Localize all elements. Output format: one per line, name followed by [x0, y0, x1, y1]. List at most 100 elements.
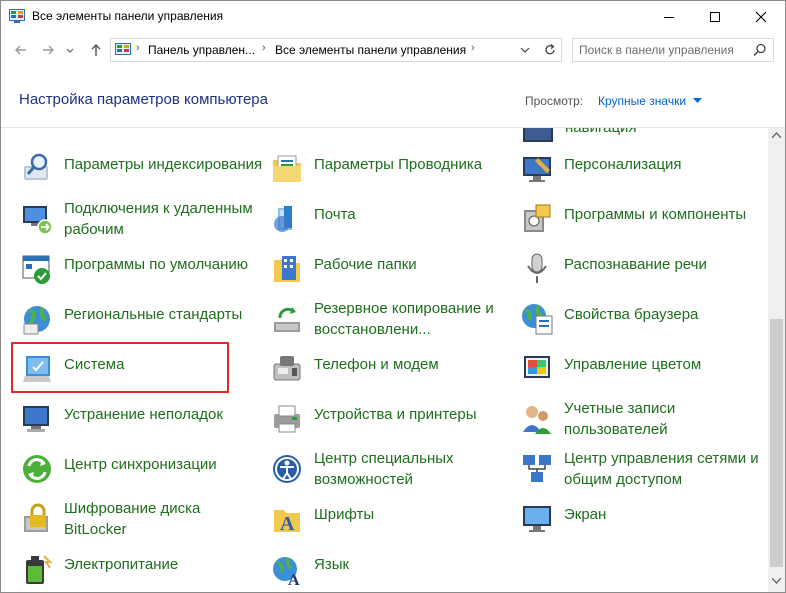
control-panel-item[interactable]: Учетные записи пользователей	[520, 398, 768, 448]
item-label: Система	[64, 356, 125, 373]
network-sharing-icon	[523, 455, 551, 482]
breadcrumb-separator-icon[interactable]: ›	[262, 42, 266, 54]
arrow-right-icon	[43, 45, 54, 55]
item-label: Устройства и принтеры	[314, 406, 477, 423]
system-icon	[23, 356, 51, 382]
scrollbar-thumb[interactable]	[770, 319, 783, 567]
control-panel-item[interactable]: Параметры Проводника	[270, 148, 514, 198]
user-accounts-icon	[523, 406, 551, 434]
control-panel-item[interactable]: Экран	[520, 498, 768, 548]
breadcrumb-separator-icon[interactable]: ›	[136, 42, 140, 54]
recent-locations-button[interactable]	[63, 40, 77, 60]
control-panel-item[interactable]: Шифрование диска BitLocker	[20, 498, 264, 548]
back-button[interactable]	[11, 40, 31, 60]
control-panel-item[interactable]: Центр синхронизации	[20, 448, 264, 498]
arrow-up-icon	[91, 44, 101, 56]
item-label: Параметры Проводника	[314, 156, 483, 173]
chevron-down-icon[interactable]	[519, 43, 531, 57]
search-input[interactable]	[579, 42, 745, 58]
item-label: Язык	[314, 556, 350, 573]
backup-restore-icon	[274, 307, 300, 332]
item-label: Центр синхронизации	[64, 456, 217, 473]
search-icon[interactable]	[753, 43, 767, 57]
remote-desktop-icon	[23, 206, 53, 235]
scroll-up-icon[interactable]	[772, 132, 781, 138]
item-label: Свойства браузера	[564, 306, 699, 323]
up-button[interactable]	[86, 40, 106, 60]
item-label: Управление цветом	[564, 356, 702, 373]
page-title: Настройка параметров компьютера	[19, 91, 268, 108]
control-panel-item[interactable]: A Шрифты	[270, 498, 514, 548]
scroll-down-icon[interactable]	[772, 578, 781, 584]
item-label: Подключения к удаленным рабочим	[64, 200, 253, 238]
view-mode-dropdown[interactable]: Крупные значки	[598, 94, 686, 108]
minimize-button[interactable]	[646, 1, 692, 32]
control-panel-item[interactable]: Устройства и принтеры	[270, 398, 514, 448]
item-label: Рабочие папки	[314, 256, 417, 273]
maximize-button[interactable]	[692, 1, 738, 32]
fonts-icon: A	[274, 510, 300, 535]
close-button[interactable]	[738, 1, 784, 32]
phone-modem-icon	[273, 356, 301, 381]
item-label: Распознавание речи	[564, 256, 707, 273]
breadcrumb-control-panel[interactable]: Панель управлен...	[148, 43, 255, 57]
control-panel-item[interactable]: Региональные стандарты	[20, 298, 264, 348]
control-panel-item[interactable]: A Язык	[270, 548, 514, 592]
address-bar[interactable]: › Панель управлен... › Все элементы пане…	[110, 38, 540, 62]
control-panel-item[interactable]: Рабочие папки	[270, 248, 514, 298]
view-label: Просмотр:	[525, 94, 584, 108]
item-label: навигация	[565, 128, 765, 138]
control-panel-icon	[9, 9, 25, 23]
control-panel-item[interactable]: Персонализация	[520, 148, 768, 198]
breadcrumb-all-items[interactable]: Все элементы панели управления	[275, 43, 466, 57]
language-icon: A	[273, 557, 300, 586]
work-folders-icon	[274, 256, 300, 282]
control-panel-item[interactable]: Телефон и модем	[270, 348, 514, 398]
item-label: Шифрование диска BitLocker	[64, 500, 201, 538]
maximize-icon	[710, 12, 720, 22]
control-panel-item[interactable]: Подключения к удаленным рабочим	[20, 198, 264, 248]
minimize-icon	[664, 17, 674, 18]
item-label: Программы и компоненты	[564, 206, 747, 223]
control-panel-window: Все элементы панели управления › Панель …	[0, 0, 786, 593]
item-label: Телефон и модем	[314, 356, 439, 373]
control-panel-item[interactable]: Система	[20, 348, 264, 398]
chevron-down-icon	[66, 48, 74, 53]
search-box[interactable]	[572, 38, 774, 62]
svg-text:A: A	[280, 513, 295, 535]
control-panel-item[interactable]: Центр специальных возможностей	[270, 448, 514, 498]
caret-down-icon[interactable]	[693, 98, 702, 104]
control-panel-item[interactable]: Распознавание речи	[520, 248, 768, 298]
control-panel-item[interactable]: Почта	[270, 198, 514, 248]
troubleshooting-icon	[23, 406, 49, 432]
item-label: Почта	[314, 206, 356, 223]
control-panel-item[interactable]: Свойства браузера	[520, 298, 768, 348]
control-panel-item[interactable]: Центр управления сетями и общим доступом	[520, 448, 768, 498]
indexing-options-icon	[24, 153, 48, 180]
control-panel-items: навигация Параметры индексирования Параме…	[1, 128, 768, 592]
display-icon	[523, 506, 551, 532]
control-panel-item[interactable]: Программы по умолчанию	[20, 248, 264, 298]
item-label: Электропитание	[64, 556, 179, 573]
color-management-icon	[524, 356, 550, 378]
item-label: Программы по умолчанию	[64, 256, 248, 273]
vertical-scrollbar[interactable]	[768, 128, 785, 592]
refresh-button[interactable]	[539, 38, 562, 62]
ease-of-access-icon	[273, 455, 301, 483]
control-panel-item[interactable]: Программы и компоненты	[520, 198, 768, 248]
item-label: Экран	[564, 506, 607, 523]
control-panel-item[interactable]: Электропитание	[20, 548, 264, 592]
control-panel-item[interactable]: Параметры индексирования	[20, 148, 264, 198]
sync-center-icon	[23, 455, 51, 483]
control-panel-icon	[115, 43, 131, 55]
control-panel-item[interactable]: Управление цветом	[520, 348, 768, 398]
arrow-left-icon	[15, 45, 26, 55]
close-icon	[755, 11, 767, 23]
forward-button[interactable]	[38, 40, 58, 60]
item-label: Центр управления сетями и общим доступом	[564, 450, 759, 488]
region-icon	[23, 306, 50, 335]
control-panel-item[interactable]: Резервное копирование и восстановлени...	[270, 298, 514, 348]
svg-text:A: A	[288, 572, 300, 586]
breadcrumb-separator-icon[interactable]: ›	[471, 42, 475, 54]
control-panel-item[interactable]: Устранение неполадок	[20, 398, 264, 448]
